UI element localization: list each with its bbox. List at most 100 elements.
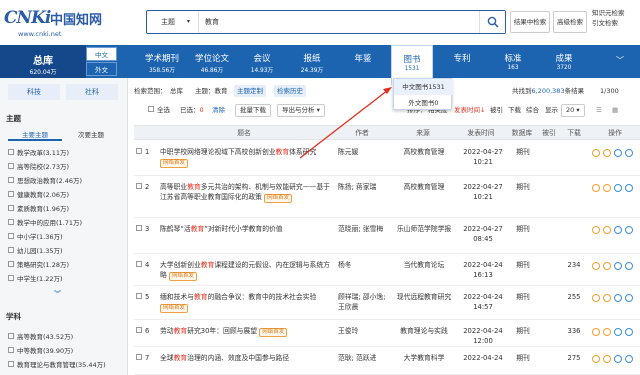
quote-icon[interactable]: [625, 149, 633, 157]
checkbox[interactable]: [136, 327, 142, 333]
topic-filter-item[interactable]: 素质教育(1.96万): [8, 204, 69, 215]
quote-icon[interactable]: [625, 226, 633, 234]
theme-custom-button[interactable]: 主题定制: [234, 85, 266, 97]
favorite-icon[interactable]: [614, 262, 622, 270]
expand-more-icon[interactable]: ︾: [54, 289, 61, 299]
result-source[interactable]: 高校教育管理: [392, 147, 456, 157]
topic-filter-item[interactable]: 教学中的应用(1.71万): [8, 218, 82, 229]
favorite-icon[interactable]: [614, 328, 622, 336]
checkbox[interactable]: [8, 275, 14, 281]
checkbox[interactable]: [8, 233, 14, 239]
subject-filter-item[interactable]: 中等教育(39.90万): [8, 346, 73, 357]
checkbox[interactable]: [136, 261, 142, 267]
topic-filter-item[interactable]: 幼儿园(1.35万): [8, 246, 63, 257]
sort-date[interactable]: 发表时间↓: [454, 104, 485, 117]
search-input[interactable]: 教育: [205, 11, 475, 33]
row-select[interactable]: 4: [136, 260, 156, 270]
result-source[interactable]: 高校教育管理: [392, 182, 456, 192]
result-title[interactable]: 缅和技术与教育的融合争议：教育中的技术社会实验 网络首发: [160, 292, 336, 313]
result-title[interactable]: 陈鹤琴“活教育”对新时代小学教育的价值: [160, 224, 336, 234]
quote-icon[interactable]: [625, 294, 633, 302]
topic-filter-item[interactable]: 高等院校(2.73万): [8, 162, 69, 173]
checkbox[interactable]: [136, 148, 142, 154]
checkbox[interactable]: [8, 361, 14, 367]
download-icon[interactable]: [592, 184, 600, 192]
dropdown-chinese-books[interactable]: 中文图书1531: [394, 79, 453, 95]
checkbox[interactable]: [8, 191, 14, 197]
result-source[interactable]: 教育理论与实践: [392, 326, 456, 336]
nav-newspapers[interactable]: 报纸 24.39万: [289, 45, 335, 78]
tab-science[interactable]: 科技: [8, 84, 60, 100]
read-icon[interactable]: [603, 328, 611, 336]
checkbox[interactable]: [136, 293, 142, 299]
cnki-logo[interactable]: CNKi 中国知网 www.cnki.net: [4, 8, 104, 38]
subject-filter-item[interactable]: 教育理论与教育管理(35.44万): [8, 360, 106, 371]
quote-icon[interactable]: [625, 328, 633, 336]
result-title[interactable]: 劳动教育研究30年：回顾与展望 网络首发: [160, 326, 336, 337]
checkbox[interactable]: [136, 354, 142, 360]
quote-icon[interactable]: [625, 355, 633, 363]
search-button[interactable]: [479, 11, 505, 33]
topic-filter-item[interactable]: 中学生(1.22万): [8, 274, 63, 285]
row-select[interactable]: 5: [136, 292, 156, 302]
download-icon[interactable]: [592, 226, 600, 234]
tab-secondary-topic[interactable]: 次要主题: [64, 129, 118, 141]
checkbox[interactable]: [136, 183, 142, 189]
row-select[interactable]: 6: [136, 326, 156, 336]
sort-download[interactable]: 下载: [508, 104, 521, 117]
favorite-icon[interactable]: [614, 149, 622, 157]
sort-composite[interactable]: 综合: [526, 104, 539, 117]
checkbox[interactable]: [8, 177, 14, 183]
tab-primary-topic[interactable]: 主要主题: [8, 129, 62, 141]
topic-filter-item[interactable]: 中小学(1.36万): [8, 232, 63, 243]
nav-achievements[interactable]: 成果 3720: [541, 45, 587, 78]
result-author[interactable]: 陈元媛: [338, 147, 390, 157]
result-title[interactable]: 中职学校网络理论视域下高校创新创业教育体系研究 网络首发: [160, 147, 336, 168]
citation-search-link[interactable]: 引文检索: [592, 18, 625, 28]
result-source[interactable]: 大学教育科学: [392, 353, 456, 363]
download-icon[interactable]: [592, 355, 600, 363]
quote-icon[interactable]: [625, 262, 633, 270]
knowledge-search-link[interactable]: 知识元检索: [592, 8, 625, 18]
checkbox[interactable]: [8, 219, 14, 225]
list-view-icon[interactable]: ☰: [596, 104, 602, 117]
select-all[interactable]: 全选: [148, 104, 170, 117]
row-select[interactable]: 2: [136, 182, 156, 192]
row-select[interactable]: 7: [136, 353, 156, 363]
tab-social-science[interactable]: 社科: [66, 84, 118, 100]
dropdown-foreign-books[interactable]: 外文图书0: [394, 95, 453, 111]
checkbox[interactable]: [8, 163, 14, 169]
nav-standards[interactable]: 标准 163: [490, 45, 536, 78]
result-source[interactable]: 乐山师范学院学报: [392, 224, 456, 234]
row-select[interactable]: 1: [136, 147, 156, 157]
advanced-search-button[interactable]: 高级检索: [553, 11, 587, 33]
row-select[interactable]: 3: [136, 224, 156, 234]
download-icon[interactable]: [592, 328, 600, 336]
nav-journals[interactable]: 学术期刊 358.56万: [139, 45, 185, 78]
result-author[interactable]: 陈扬; 蒋家瑞: [338, 182, 390, 192]
nav-conferences[interactable]: 会议 14.93万: [239, 45, 285, 78]
topic-filter-item[interactable]: 健康教育(2.06万): [8, 190, 69, 201]
export-analysis-button[interactable]: 导出与分析 ▾: [277, 104, 325, 117]
read-icon[interactable]: [603, 294, 611, 302]
read-icon[interactable]: [603, 262, 611, 270]
chevron-down-icon[interactable]: ﹀: [616, 55, 624, 66]
download-icon[interactable]: [592, 149, 600, 157]
read-icon[interactable]: [603, 149, 611, 157]
grid-view-icon[interactable]: ▦: [612, 104, 618, 117]
download-icon[interactable]: [592, 294, 600, 302]
result-source[interactable]: 现代远程教育研究: [392, 292, 456, 302]
batch-download-button[interactable]: 批量下载: [235, 104, 271, 117]
result-author[interactable]: 杨冬: [338, 260, 390, 270]
result-source[interactable]: 当代教育论坛: [392, 260, 456, 270]
download-icon[interactable]: [592, 262, 600, 270]
topic-filter-item[interactable]: 教学改革(3.11万): [8, 148, 69, 159]
nav-theses[interactable]: 学位论文 46.86万: [188, 45, 236, 78]
quote-icon[interactable]: [625, 184, 633, 192]
search-history-button[interactable]: 检索历史: [274, 85, 306, 97]
result-author[interactable]: 顾祥瑞; 邵小逸; 王欣晨: [338, 292, 390, 312]
search-field-select[interactable]: 主题 ▾: [147, 11, 199, 33]
topic-filter-item[interactable]: 策略研究(1.28万): [8, 260, 69, 271]
lang-chinese[interactable]: 中文: [86, 47, 117, 61]
checkbox[interactable]: [8, 149, 14, 155]
